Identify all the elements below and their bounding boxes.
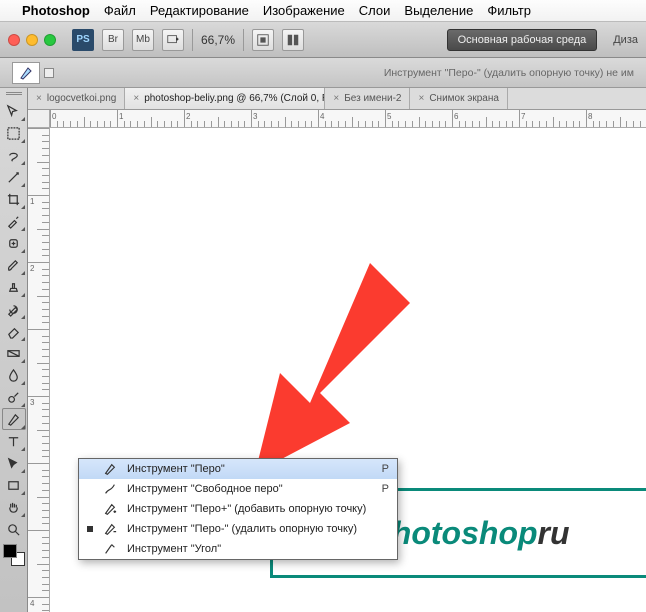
healing-brush-tool[interactable] (2, 232, 26, 254)
preset-dropdown[interactable] (44, 68, 54, 78)
gradient-tool[interactable] (2, 342, 26, 364)
menu-file[interactable]: Файл (104, 3, 136, 18)
tool-hint-text: Инструмент "Перо-" (удалить опорную точк… (384, 67, 634, 79)
pen-tool[interactable] (2, 408, 26, 430)
pen-minus-icon (101, 522, 119, 536)
rectangle-tool[interactable] (2, 474, 26, 496)
dodge-tool[interactable] (2, 386, 26, 408)
minimize-window[interactable] (26, 34, 38, 46)
flyout-item-pen[interactable]: Инструмент "Перо" P (79, 459, 397, 479)
separator (243, 29, 244, 51)
menu-image[interactable]: Изображение (263, 3, 345, 18)
crop-tool[interactable] (2, 188, 26, 210)
workspace-switcher[interactable]: Основная рабочая среда (447, 29, 598, 51)
history-brush-tool[interactable] (2, 298, 26, 320)
pen-tool-flyout: Инструмент "Перо" P Инструмент "Свободно… (78, 458, 398, 560)
canvas-wrap: 1234 Photoshopru Инструмент "Перо" P (28, 128, 646, 612)
brush-tool[interactable] (2, 254, 26, 276)
tool-options-bar: Инструмент "Перо-" (удалить опорную точк… (0, 58, 646, 88)
clone-stamp-tool[interactable] (2, 276, 26, 298)
document-area: ×logocvetkoi.png ×photoshop-beliy.png @ … (28, 88, 646, 612)
menu-edit[interactable]: Редактирование (150, 3, 249, 18)
screen-mode-button[interactable] (162, 29, 184, 51)
document-tab[interactable]: ×Без имени-2 (325, 88, 410, 109)
menu-layers[interactable]: Слои (359, 3, 391, 18)
marquee-tool[interactable] (2, 122, 26, 144)
workspace: ×logocvetkoi.png ×photoshop-beliy.png @ … (0, 88, 646, 612)
pen-icon (101, 462, 119, 476)
current-tool-marker (87, 526, 93, 532)
document-tabs: ×logocvetkoi.png ×photoshop-beliy.png @ … (28, 88, 646, 110)
logo-text: Photoshopru (370, 515, 569, 552)
close-tab-icon[interactable]: × (418, 93, 424, 104)
separator (192, 29, 193, 51)
panel-grip[interactable] (4, 92, 24, 98)
flyout-item-add-anchor[interactable]: Инструмент "Перо+" (добавить опорную точ… (79, 499, 397, 519)
zoom-tool[interactable] (2, 518, 26, 540)
macos-menubar: Photoshop Файл Редактирование Изображени… (0, 0, 646, 22)
freeform-pen-icon (101, 482, 119, 496)
color-swatches[interactable] (3, 544, 25, 566)
workspace-next[interactable]: Диза (613, 34, 638, 46)
close-tab-icon[interactable]: × (133, 93, 139, 104)
zoom-level[interactable]: 66,7%▼ (201, 33, 235, 47)
magic-wand-tool[interactable] (2, 166, 26, 188)
canvas[interactable]: Photoshopru Инструмент "Перо" P (50, 128, 646, 612)
flyout-item-convert-point[interactable]: Инструмент "Угол" (79, 539, 397, 559)
app-logo-icon: PS (72, 29, 94, 51)
tool-palette (0, 88, 28, 612)
document-tab[interactable]: ×logocvetkoi.png (28, 88, 125, 109)
path-selection-tool[interactable] (2, 452, 26, 474)
type-tool[interactable] (2, 430, 26, 452)
tool-preset-picker[interactable] (12, 62, 40, 84)
app-name[interactable]: Photoshop (22, 3, 90, 18)
arrange-documents-button[interactable] (282, 29, 304, 51)
ruler-row: 0123456789 (28, 110, 646, 128)
flyout-item-freeform-pen[interactable]: Инструмент "Свободное перо" P (79, 479, 397, 499)
bridge-button[interactable]: Br (102, 29, 124, 51)
menu-filter[interactable]: Фильтр (487, 3, 531, 18)
move-tool[interactable] (2, 100, 26, 122)
pen-plus-icon (101, 502, 119, 516)
flyout-item-delete-anchor[interactable]: Инструмент "Перо-" (удалить опорную точк… (79, 519, 397, 539)
blur-tool[interactable] (2, 364, 26, 386)
zoom-window[interactable] (44, 34, 56, 46)
hand-tool[interactable] (2, 496, 26, 518)
close-tab-icon[interactable]: × (36, 93, 42, 104)
eraser-tool[interactable] (2, 320, 26, 342)
window-controls (8, 34, 56, 46)
horizontal-ruler[interactable]: 0123456789 (50, 110, 646, 128)
document-tab[interactable]: ×photoshop-beliy.png @ 66,7% (Слой 0, RG… (125, 88, 325, 109)
lasso-tool[interactable] (2, 144, 26, 166)
convert-point-icon (101, 542, 119, 556)
ruler-origin[interactable] (28, 110, 50, 128)
minibridge-button[interactable]: Mb (132, 29, 154, 51)
eyedropper-tool[interactable] (2, 210, 26, 232)
document-tab[interactable]: ×Снимок экрана (410, 88, 507, 109)
close-window[interactable] (8, 34, 20, 46)
close-tab-icon[interactable]: × (333, 93, 339, 104)
view-extras-button[interactable] (252, 29, 274, 51)
app-toolbar: PS Br Mb 66,7%▼ Основная рабочая среда Д… (0, 22, 646, 58)
vertical-ruler[interactable]: 1234 (28, 128, 50, 612)
menu-select[interactable]: Выделение (404, 3, 473, 18)
